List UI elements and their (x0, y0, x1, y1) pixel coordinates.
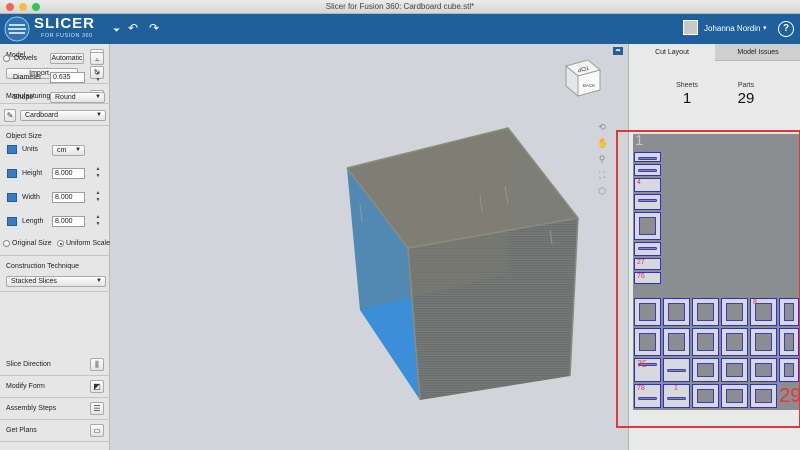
length-label: Length (22, 218, 44, 225)
user-name: Johanna Nordin (704, 24, 761, 33)
diameter-label: Diameter (13, 74, 42, 81)
settings-panel: Model 👁 Import... ↻ Manufacturing Settin… (0, 44, 110, 450)
units-label: Units (22, 146, 38, 153)
dowels-label: Dowels (14, 55, 37, 62)
assembly-steps-label: Assembly Steps (6, 405, 57, 412)
chevron-down-icon: ▼ (96, 278, 102, 284)
avatar (683, 20, 698, 35)
shape-label: Shape (13, 94, 34, 101)
dowels-section: Dowels Automatic ⫠ Diameter 0.635 ▲ ▼ Sha… (0, 44, 110, 104)
tab-cut-layout[interactable]: Cut Layout (629, 44, 715, 61)
chevron-down-icon: ▼ (75, 147, 81, 153)
dowels-radio[interactable] (3, 55, 10, 62)
diameter-stepper[interactable]: ▲ ▼ (94, 70, 102, 85)
slicer-logo-icon (4, 16, 30, 42)
chevron-down-icon: ▼ (95, 94, 101, 100)
3d-viewport[interactable]: TOP BACK ⟲ ✋ ⚲ ⛶ ⬡ ➡ (110, 44, 628, 450)
redo-icon[interactable]: ↷ (149, 22, 159, 34)
construction-select-value: Stacked Slices (11, 278, 57, 285)
width-icon (7, 193, 17, 202)
fit-icon[interactable]: ⛶ (597, 170, 607, 180)
construction-technique-label: Construction Technique (6, 263, 80, 270)
window-title: Slicer for Fusion 360: Cardboard cube.st… (325, 2, 475, 11)
uniform-scale-radio[interactable] (57, 240, 64, 247)
cube-model[interactable] (110, 44, 628, 450)
modify-form-label: Modify Form (6, 383, 45, 390)
zoom-icon[interactable]: ⚲ (597, 154, 607, 164)
diameter-field[interactable]: 0.635 (50, 72, 85, 83)
width-stepper[interactable]: ▲ ▼ (94, 190, 102, 205)
original-size-label: Original Size (12, 240, 52, 247)
assembly-steps-row[interactable]: Assembly Steps ☰ (0, 398, 110, 420)
length-stepper[interactable]: ▲ ▼ (94, 214, 102, 229)
orbit-icon[interactable]: ⟲ (597, 122, 607, 132)
cut-layout-panel: Cut Layout Model Issues Sheets 1 Parts 2… (616, 44, 800, 450)
original-size-radio[interactable] (3, 240, 10, 247)
undo-icon[interactable]: ↶ (128, 22, 138, 34)
slice-direction-icon[interactable]: ⫼ (90, 358, 104, 371)
uniform-scale-label: Uniform Scale (66, 240, 110, 247)
slice-direction-row[interactable]: Slice Direction ⫼ (0, 354, 110, 376)
get-plans-label: Get Plans (6, 427, 37, 434)
slice-direction-label: Slice Direction (6, 361, 51, 368)
view-toolbar: ⟲ ✋ ⚲ ⛶ ⬡ (594, 122, 610, 202)
dowel-tool-icon[interactable]: ⫠ (90, 52, 104, 65)
viewcube[interactable]: TOP BACK (558, 56, 604, 100)
material-select[interactable]: Cardboard ▼ (20, 110, 106, 121)
units-select[interactable]: cm ▼ (52, 145, 85, 156)
construction-select[interactable]: Stacked Slices ▼ (6, 276, 106, 287)
shape-select-value: Round (55, 94, 76, 101)
height-field[interactable]: 8.000 (52, 168, 85, 179)
length-icon (7, 217, 17, 226)
chevron-down-icon: ▼ (96, 112, 102, 118)
chevron-down-icon: ▾ (763, 25, 767, 32)
height-label: Height (22, 170, 43, 177)
height-stepper[interactable]: ▲ ▼ (94, 166, 102, 181)
viewcube-back-label: BACK (583, 83, 595, 88)
width-label: Width (22, 194, 40, 201)
assembly-steps-icon[interactable]: ☰ (90, 402, 104, 415)
logo-wordmark: SLICER (34, 15, 96, 32)
app-header: SLICER FOR FUSION 360 ⏷ ↶ ↷ Johanna Nord… (0, 14, 800, 44)
sheet-highlight-box (616, 130, 800, 428)
tab-model-issues[interactable]: Model Issues (715, 44, 800, 61)
window-titlebar: Slicer for Fusion 360: Cardboard cube.st… (0, 0, 800, 14)
help-button[interactable]: ? (778, 21, 794, 37)
width-field[interactable]: 8.000 (52, 192, 85, 203)
units-icon (7, 145, 17, 154)
object-size-section: Object Size Units cm ▼ Height 8.000 ▲ ▼ Wi… (0, 126, 110, 256)
material-select-value: Cardboard (25, 112, 59, 119)
user-menu[interactable]: Johanna Nordin ▾ (683, 19, 773, 39)
home-view-icon[interactable]: ⬡ (597, 186, 607, 196)
get-plans-icon[interactable]: ▭ (90, 424, 104, 437)
logo-subtitle: FOR FUSION 360 (41, 33, 93, 39)
get-plans-row[interactable]: Get Plans ▭ (0, 420, 110, 442)
expand-panel-icon[interactable]: ➡ (613, 47, 623, 55)
app-menu-icon[interactable]: ⏷ (113, 24, 120, 36)
length-field[interactable]: 8.000 (52, 216, 85, 227)
dowels-mode-button[interactable]: Automatic (50, 53, 84, 64)
parts-label: Parts (737, 82, 755, 89)
shape-select[interactable]: Round ▼ (50, 92, 105, 103)
modify-form-icon[interactable]: ◩ (90, 380, 104, 393)
height-icon (7, 169, 17, 178)
sheets-label: Sheets (676, 82, 698, 89)
units-select-value: cm (57, 147, 67, 154)
sheets-stat: Sheets 1 (667, 82, 707, 107)
parts-count: 29 (737, 90, 755, 107)
pan-icon[interactable]: ✋ (597, 138, 608, 148)
pencil-icon[interactable]: ✎ (4, 109, 16, 122)
modify-form-row[interactable]: Modify Form ◩ (0, 376, 110, 398)
sheets-count: 1 (682, 90, 692, 107)
object-size-label: Object Size (6, 133, 42, 140)
app-logo: SLICER FOR FUSION 360 (4, 15, 116, 43)
parts-stat: Parts 29 (726, 82, 766, 107)
construction-section: Construction Technique Stacked Slices ▼ (0, 256, 110, 292)
